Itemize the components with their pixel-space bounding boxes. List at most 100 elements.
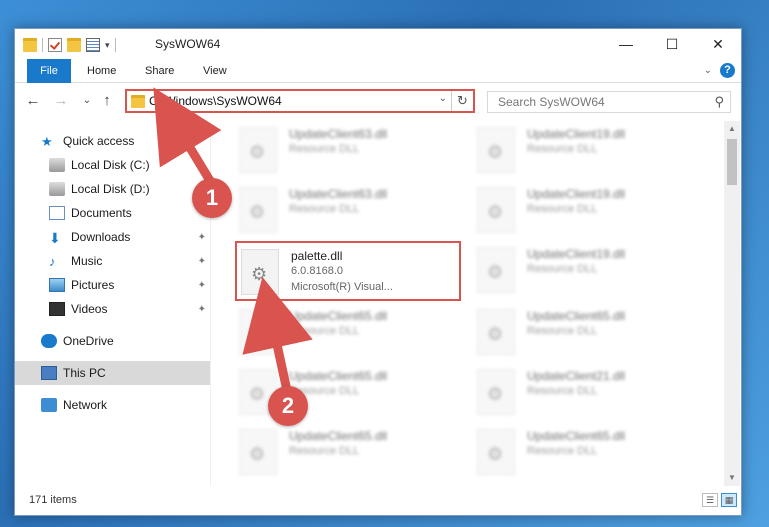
address-folder-icon [131, 95, 145, 108]
file-name: UpdateClient63.dll [289, 127, 388, 141]
window-title: SysWOW64 [155, 37, 221, 51]
search-input[interactable]: Search SysWOW64 ⚲ [487, 91, 731, 113]
dll-file-icon [477, 187, 515, 233]
scroll-down-arrow-icon[interactable]: ▼ [724, 470, 740, 486]
sidebar-item-music[interactable]: ♪ Music ✦ [15, 249, 210, 273]
file-company: Microsoft(R) Visual... [291, 281, 393, 293]
file-description: Resource DLL [527, 445, 598, 457]
dll-file-icon [239, 187, 277, 233]
file-name: UpdateClient65.dll [289, 309, 388, 323]
address-history-chevron-icon[interactable]: ⌄ [439, 93, 447, 104]
view-switcher: ☰ ▦ [702, 493, 737, 507]
tab-share[interactable]: Share [133, 59, 186, 83]
file-name: UpdateClient65.dll [527, 429, 626, 443]
file-name: UpdateClient19.dll [527, 247, 626, 261]
list-item-palette-dll[interactable]: palette.dll 6.0.8168.0 Microsoft(R) Visu… [235, 241, 461, 301]
properties-check-icon[interactable] [48, 38, 62, 52]
search-icon[interactable]: ⚲ [714, 94, 724, 110]
close-button[interactable]: ✕ [695, 29, 741, 59]
navigation-pane: ★ Quick access Local Disk (C:) ✦ Local D… [15, 121, 210, 486]
pin-icon[interactable]: ✦ [198, 280, 206, 291]
pictures-icon [49, 278, 65, 292]
tab-view[interactable]: View [191, 59, 239, 83]
dll-file-icon [239, 309, 277, 355]
file-name: UpdateClient19.dll [527, 187, 626, 201]
customize-qat-chevron-icon[interactable]: ▾ [105, 40, 110, 51]
star-icon: ★ [41, 134, 53, 149]
pin-icon[interactable]: ✦ [198, 160, 206, 171]
dll-file-icon [239, 429, 277, 475]
sidebar-item-label: Music [71, 254, 103, 268]
sidebar-item-label: This PC [63, 366, 106, 380]
dll-file-icon [477, 429, 515, 475]
sidebar-item-label: Downloads [71, 230, 131, 244]
list-item[interactable]: UpdateClient63.dll Resource DLL [235, 181, 455, 239]
refresh-icon[interactable]: ↻ [451, 91, 473, 111]
sidebar-item-pictures[interactable]: Pictures ✦ [15, 273, 210, 297]
scroll-up-arrow-icon[interactable]: ▲ [724, 121, 740, 137]
sidebar-item-videos[interactable]: Videos ✦ [15, 297, 210, 321]
ribbon-tabs: File Home Share View ⌄ ? [15, 59, 741, 83]
file-description: Resource DLL [527, 385, 598, 397]
tab-home[interactable]: Home [75, 59, 128, 83]
onedrive-icon [41, 334, 57, 348]
list-item[interactable]: UpdateClient65.dll Resource DLL [235, 303, 455, 361]
new-folder-icon[interactable] [67, 38, 81, 52]
vertical-scrollbar[interactable]: ▲ ▼ [724, 121, 740, 486]
status-bar: 171 items ☰ ▦ [15, 487, 741, 515]
address-bar[interactable]: C:\Windows\SysWOW64 ⌄ ↻ [125, 89, 475, 113]
back-arrow-icon[interactable]: ← [23, 91, 43, 111]
sidebar-item-label: Network [63, 398, 108, 412]
file-name: UpdateClient21.dll [527, 369, 626, 383]
pin-icon[interactable]: ✦ [198, 304, 206, 315]
scroll-thumb[interactable] [727, 139, 737, 185]
recent-locations-chevron-icon[interactable]: ⌄ [77, 91, 97, 111]
music-icon: ♪ [49, 254, 56, 269]
pin-icon[interactable]: ✦ [198, 256, 206, 267]
address-path[interactable]: C:\Windows\SysWOW64 [149, 94, 282, 108]
dll-file-icon [239, 127, 277, 173]
dll-file-icon [477, 247, 515, 293]
documents-icon [49, 206, 65, 220]
file-description: Resource DLL [289, 143, 360, 155]
details-view-icon[interactable]: ☰ [702, 493, 718, 507]
list-item[interactable]: UpdateClient19.dll Resource DLL [473, 181, 693, 239]
pin-icon[interactable]: ✦ [198, 232, 206, 243]
list-item[interactable]: UpdateClient65.dll Resource DLL [473, 423, 693, 481]
sidebar-item-local-disk-d[interactable]: Local Disk (D:) [15, 177, 210, 201]
list-item[interactable]: UpdateClient63.dll Resource DLL [235, 121, 455, 179]
sidebar-item-documents[interactable]: Documents ✦ [15, 201, 210, 225]
up-arrow-icon[interactable]: ↑ [97, 91, 117, 111]
file-name: UpdateClient63.dll [289, 187, 388, 201]
sidebar-item-label: Pictures [71, 278, 115, 292]
forward-arrow-icon[interactable]: → [51, 91, 71, 111]
navigation-bar: ← → ⌄ ↑ C:\Windows\SysWOW64 ⌄ ↻ Search S… [15, 85, 741, 117]
list-item[interactable]: UpdateClient19.dll Resource DLL [473, 121, 693, 179]
list-item[interactable]: UpdateClient65.dll Resource DLL [235, 423, 455, 481]
list-item[interactable]: UpdateClient65.dll Resource DLL [235, 363, 455, 421]
file-name: UpdateClient65.dll [527, 309, 626, 323]
sidebar-item-this-pc[interactable]: This PC [15, 361, 210, 385]
network-icon [41, 398, 57, 412]
help-icon[interactable]: ? [720, 63, 735, 78]
properties-icon[interactable] [86, 38, 100, 52]
list-item[interactable]: UpdateClient21.dll Resource DLL [473, 363, 693, 421]
title-bar: ▾ SysWOW64 — ☐ ✕ [15, 29, 741, 59]
quick-access-toolbar: ▾ [23, 36, 116, 54]
expand-ribbon-chevron-icon[interactable]: ⌄ [704, 65, 712, 76]
dll-file-icon [477, 309, 515, 355]
sidebar-item-onedrive[interactable]: OneDrive [15, 329, 210, 353]
sidebar-item-downloads[interactable]: ⬇ Downloads ✦ [15, 225, 210, 249]
minimize-button[interactable]: — [603, 29, 649, 59]
maximize-button[interactable]: ☐ [649, 29, 695, 59]
list-item[interactable]: UpdateClient19.dll Resource DLL [473, 241, 693, 299]
sidebar-item-quick-access[interactable]: ★ Quick access [15, 129, 210, 153]
list-item[interactable]: UpdateClient65.dll Resource DLL [473, 303, 693, 361]
file-description: Resource DLL [527, 263, 598, 275]
tab-file[interactable]: File [27, 59, 71, 83]
sidebar-item-local-disk-c[interactable]: Local Disk (C:) ✦ [15, 153, 210, 177]
pane-divider[interactable] [210, 121, 211, 486]
tiles-view-icon[interactable]: ▦ [721, 493, 737, 507]
sidebar-item-network[interactable]: Network [15, 393, 210, 417]
disk-icon [49, 182, 65, 196]
